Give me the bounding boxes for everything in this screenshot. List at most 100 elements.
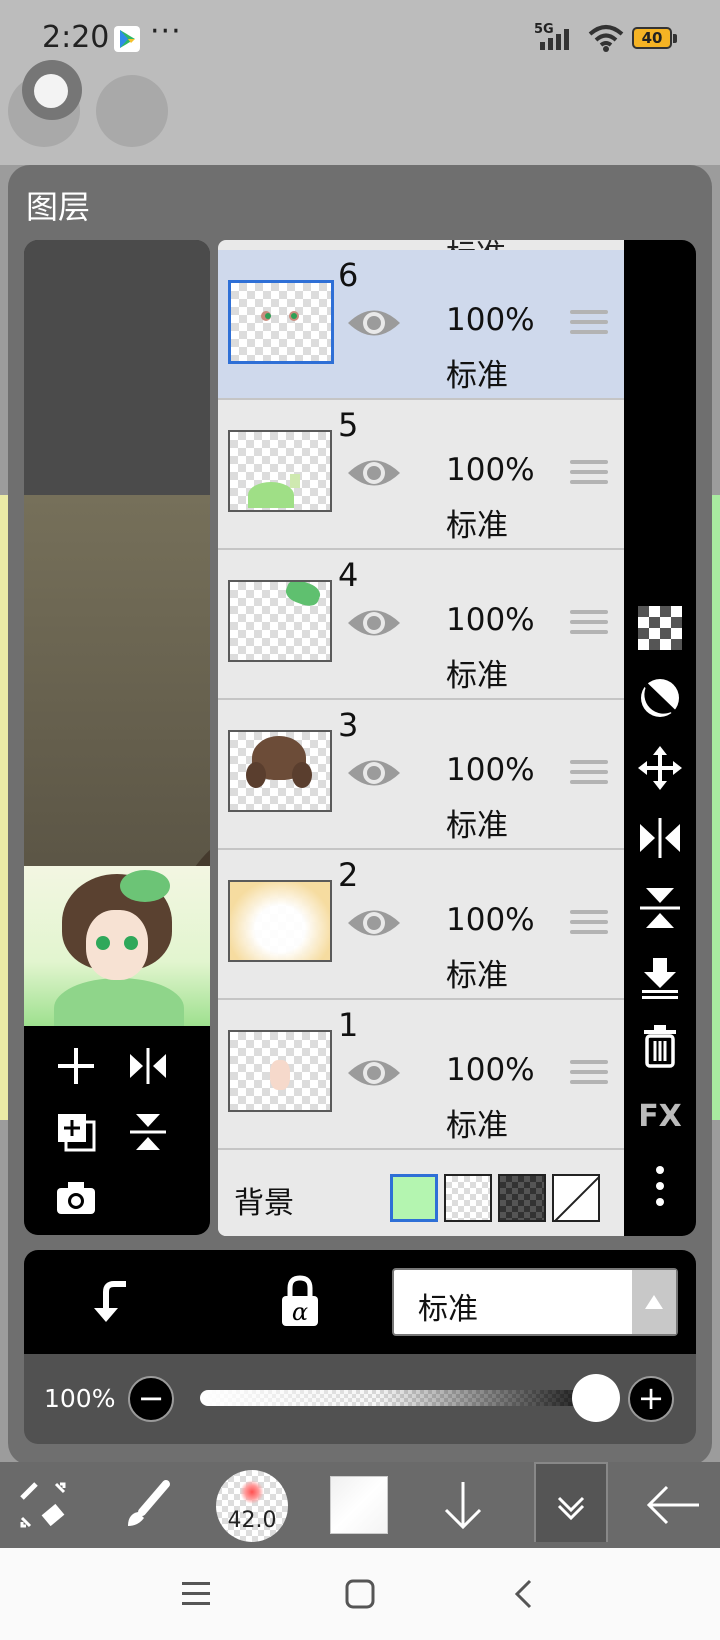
drag-handle-icon[interactable] <box>570 610 608 642</box>
dropdown-arrow-icon[interactable] <box>632 1270 676 1334</box>
layer-row[interactable]: 4 100% 标准 <box>218 550 624 700</box>
layer-tool-column: FX <box>624 240 696 1236</box>
camera-icon <box>57 1182 95 1214</box>
more-vertical-icon <box>656 1166 664 1206</box>
layer-thumbnail[interactable] <box>228 280 334 364</box>
opacity-value: 100% <box>44 1384 116 1413</box>
layer-row[interactable]: 6 100% 标准 <box>218 250 624 400</box>
visibility-eye-icon[interactable] <box>346 304 402 342</box>
merge-down-button[interactable] <box>634 952 686 1004</box>
notification-more-icon: ··· <box>150 14 182 49</box>
brush-size-value: 42.0 <box>227 1508 277 1533</box>
layer-thumbnail[interactable] <box>228 880 332 962</box>
layer-number: 1 <box>338 1006 359 1044</box>
visibility-eye-icon[interactable] <box>346 454 402 492</box>
drag-handle-icon[interactable] <box>570 460 608 492</box>
bg-swatch-checker-dark[interactable] <box>498 1174 546 1222</box>
move-arrows-icon <box>638 746 682 790</box>
layer-down-button[interactable] <box>428 1470 498 1540</box>
layer-list[interactable]: 标准 6100%标准5100%标准4100%标准3100%标准2100%标准11… <box>218 240 624 1236</box>
layer-blend-mode: 标准 <box>446 658 508 694</box>
back-button[interactable] <box>638 1470 708 1540</box>
visibility-eye-icon[interactable] <box>346 754 402 792</box>
brush-size-button[interactable]: 42.0 <box>216 1470 288 1542</box>
fx-label: FX <box>638 1098 682 1134</box>
drag-handle-icon[interactable] <box>570 310 608 342</box>
layer-number: 2 <box>338 856 359 894</box>
canvas-preview-thumbnail[interactable] <box>24 866 210 1026</box>
opacity-decrease-button[interactable]: − <box>128 1376 174 1422</box>
layer-row[interactable]: 2 100% 标准 <box>218 850 624 1000</box>
arrow-left-icon <box>646 1485 699 1525</box>
visibility-eye-icon[interactable] <box>346 604 402 642</box>
background-row: 背景 <box>218 1158 624 1236</box>
delete-layer-button[interactable] <box>634 1020 686 1072</box>
layer-blend-mode: 标准 <box>446 1108 508 1144</box>
merge-down-icon <box>642 958 678 999</box>
layer-opacity: 100% <box>446 302 535 338</box>
layer-effects-button[interactable]: FX <box>634 1090 686 1142</box>
opacity-increase-button[interactable]: + <box>628 1376 674 1422</box>
bg-swatch-none[interactable] <box>552 1174 600 1222</box>
brush-preview-icon <box>240 1480 264 1504</box>
drag-handle-icon[interactable] <box>570 760 608 792</box>
clip-circle-icon <box>641 679 679 717</box>
flip-layer-vertical-button[interactable] <box>634 882 686 934</box>
home-nav-button[interactable] <box>340 1574 380 1614</box>
opacity-slider[interactable] <box>200 1390 596 1406</box>
brush-tool-button[interactable] <box>112 1470 182 1540</box>
cursor-indicator-core <box>34 74 68 108</box>
flip-vertical-button[interactable] <box>122 1106 174 1158</box>
clipping-toggle-button[interactable] <box>88 1276 140 1328</box>
layer-row[interactable]: 5 100% 标准 <box>218 400 624 550</box>
plus-icon <box>58 1048 94 1084</box>
move-layer-button[interactable] <box>634 742 686 794</box>
bg-swatch-green[interactable] <box>390 1174 438 1222</box>
alpha-lock-icon: α <box>282 1275 318 1326</box>
redo-button[interactable] <box>96 75 168 147</box>
menu-nav-button[interactable] <box>176 1574 216 1614</box>
opacity-slider-handle[interactable] <box>572 1374 620 1422</box>
blend-mode-select[interactable]: 标准 <box>392 1268 678 1336</box>
layer-opacity: 100% <box>446 602 535 638</box>
transparency-lock-button[interactable] <box>634 602 686 654</box>
status-time: 2:20 <box>42 20 110 55</box>
layer-row[interactable]: 1 100% 标准 <box>218 1000 624 1150</box>
flip-layer-horizontal-button[interactable] <box>634 812 686 864</box>
layer-thumbnail[interactable] <box>228 1030 332 1112</box>
transform-tool-button[interactable] <box>8 1470 78 1540</box>
layer-thumbnail[interactable] <box>228 580 332 662</box>
camera-import-button[interactable] <box>50 1172 102 1224</box>
drag-handle-icon[interactable] <box>570 1060 608 1092</box>
layer-number: 3 <box>338 706 359 744</box>
flip-horizontal-icon <box>130 1048 166 1084</box>
visibility-eye-icon[interactable] <box>346 904 402 942</box>
duplicate-icon <box>58 1114 96 1152</box>
drag-handle-icon[interactable] <box>570 910 608 942</box>
layer-thumbnail[interactable] <box>228 430 332 512</box>
layer-more-button[interactable] <box>634 1160 686 1212</box>
preview-body <box>54 978 184 1026</box>
color-picker-button[interactable] <box>330 1476 388 1534</box>
blend-mode-value: 标准 <box>418 1292 478 1327</box>
brush-icon <box>128 1480 170 1526</box>
visibility-eye-icon[interactable] <box>346 1054 402 1092</box>
trash-icon <box>644 1025 676 1068</box>
opacity-bar: 100% − + <box>24 1354 696 1444</box>
layer-thumbnail[interactable] <box>228 730 332 812</box>
add-layer-button[interactable] <box>50 1040 102 1092</box>
alpha-lock-button[interactable]: α <box>274 1274 326 1330</box>
layer-blend-mode: 标准 <box>446 958 508 994</box>
flip-horizontal-button[interactable] <box>122 1040 174 1092</box>
chevron-double-down-icon <box>557 1496 585 1521</box>
duplicate-layer-button[interactable] <box>50 1106 102 1158</box>
wifi-icon <box>588 25 624 52</box>
layers-panel-button[interactable] <box>534 1462 608 1542</box>
layer-row[interactable]: 3 100% 标准 <box>218 700 624 850</box>
back-nav-button[interactable] <box>504 1574 544 1614</box>
bg-swatch-checker-light[interactable] <box>444 1174 492 1222</box>
preview-eye <box>96 936 110 950</box>
battery-icon: 40 <box>632 27 672 49</box>
system-nav-bar <box>0 1548 720 1640</box>
clipping-button[interactable] <box>634 672 686 724</box>
